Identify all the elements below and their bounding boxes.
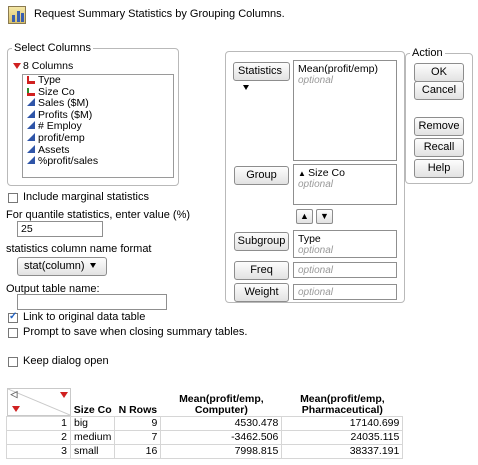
group-role-value: Size Co <box>308 167 345 179</box>
row-number: 1 <box>6 416 71 431</box>
cell-mean-pharma[interactable]: 24035.115 <box>281 430 404 445</box>
col-header-n-rows[interactable]: N Rows <box>115 388 161 417</box>
red-triangle-icon[interactable] <box>59 392 68 398</box>
name-format-select[interactable]: stat(column) <box>17 257 107 276</box>
subgroup-role-list[interactable]: Type optional <box>293 230 397 258</box>
statistics-role-list[interactable]: Mean(profit/emp) optional <box>293 60 397 161</box>
link-original-label: Link to original data table <box>23 311 146 323</box>
dialog-title: Request Summary Statistics by Grouping C… <box>34 8 285 20</box>
col-header-mean-pharma[interactable]: Mean(profit/emp, Pharmaceutical) <box>282 388 403 417</box>
cell-n-rows[interactable]: 9 <box>114 416 162 431</box>
cell-mean-pharma[interactable]: 17140.699 <box>281 416 404 431</box>
cell-mean-computer[interactable]: 7998.815 <box>160 444 283 459</box>
quantile-label: For quantile statistics, enter value (%) <box>6 209 191 221</box>
red-triangle-icon[interactable] <box>11 406 20 412</box>
table-row[interactable]: 1 big 9 4530.478 17140.699 <box>6 416 404 431</box>
cell-size-co[interactable]: big <box>69 416 116 431</box>
statistics-placeholder: optional <box>298 75 334 86</box>
sort-ascending-button[interactable]: ▲ <box>296 209 313 224</box>
freq-button[interactable]: Freq <box>234 261 289 280</box>
prompt-save-label: Prompt to save when closing summary tabl… <box>23 326 248 338</box>
help-button[interactable]: Help <box>414 159 464 178</box>
subgroup-placeholder: optional <box>298 245 334 256</box>
sort-ascending-icon: ▲ <box>298 169 309 178</box>
subgroup-button[interactable]: Subgroup <box>234 232 289 251</box>
summary-icon <box>8 6 26 24</box>
continuous-icon <box>27 144 35 153</box>
column-item-profit-sales[interactable]: %profit/sales <box>23 155 173 168</box>
cancel-button[interactable]: Cancel <box>414 81 464 100</box>
weight-placeholder: optional <box>298 287 334 298</box>
action-legend: Action <box>412 47 443 59</box>
cell-n-rows[interactable]: 7 <box>114 430 162 445</box>
table-corner[interactable]: ◁ <box>6 388 71 416</box>
continuous-icon <box>27 156 35 165</box>
name-format-value: stat(column) <box>24 260 85 272</box>
sort-descending-button[interactable]: ▼ <box>316 209 333 224</box>
group-role-list[interactable]: ▲ Size Co optional <box>293 164 397 205</box>
recall-button[interactable]: Recall <box>414 138 464 157</box>
weight-button[interactable]: Weight <box>234 283 289 302</box>
keep-open-label: Keep dialog open <box>23 355 109 367</box>
prompt-save-checkbox[interactable] <box>8 328 18 338</box>
ok-button[interactable]: OK <box>414 63 464 82</box>
quantile-input[interactable]: 25 <box>17 221 103 237</box>
summary-dialog: Request Summary Statistics by Grouping C… <box>0 0 478 375</box>
remove-button[interactable]: Remove <box>414 117 464 136</box>
cell-mean-pharma[interactable]: 38337.191 <box>281 444 404 459</box>
group-role-item[interactable]: ▲ Size Co <box>298 167 392 179</box>
include-marginal-label: Include marginal statistics <box>23 191 149 203</box>
keep-open-checkbox[interactable] <box>8 357 18 367</box>
cell-n-rows[interactable]: 16 <box>114 444 162 459</box>
continuous-icon <box>27 98 35 107</box>
statistics-button[interactable]: Statistics <box>233 62 290 90</box>
weight-role-list[interactable]: optional <box>293 284 397 300</box>
group-button[interactable]: Group <box>234 166 289 185</box>
cell-mean-computer[interactable]: -3462.506 <box>160 430 283 445</box>
chevron-down-icon <box>243 85 249 90</box>
select-columns-legend: Select Columns <box>14 42 92 54</box>
statistics-role-item[interactable]: Mean(profit/emp) <box>298 63 392 75</box>
include-marginal-checkbox[interactable] <box>8 193 18 203</box>
summary-table: ◁ Size Co N Rows Mean(profit/emp, Comput… <box>6 388 404 459</box>
link-original-checkbox[interactable] <box>8 311 18 323</box>
freq-placeholder: optional <box>298 265 334 276</box>
name-format-label: statistics column name format <box>6 243 152 255</box>
red-triangle-icon[interactable] <box>13 63 21 69</box>
subgroup-role-item[interactable]: Type <box>298 233 392 245</box>
col-header-size-co[interactable]: Size Co <box>71 388 115 417</box>
freq-role-list[interactable]: optional <box>293 262 397 278</box>
collapse-icon[interactable]: ◁ <box>11 389 18 400</box>
columns-count-toggle[interactable]: 8 Columns <box>13 60 73 72</box>
row-number: 3 <box>6 444 71 459</box>
row-number: 2 <box>6 430 71 445</box>
cell-size-co[interactable]: medium <box>69 430 116 445</box>
statistics-button-label: Statistics <box>238 65 283 77</box>
col-header-mean-computer[interactable]: Mean(profit/emp, Computer) <box>161 388 282 417</box>
continuous-icon <box>27 109 35 118</box>
table-row[interactable]: 2 medium 7 -3462.506 24035.115 <box>6 430 404 445</box>
column-list[interactable]: Type Size Co Sales ($M) Profits ($M) # E… <box>22 74 174 178</box>
chevron-down-icon <box>89 263 96 268</box>
output-table-input[interactable] <box>17 294 167 310</box>
continuous-icon <box>27 121 35 130</box>
cell-mean-computer[interactable]: 4530.478 <box>160 416 283 431</box>
nominal-icon <box>27 76 35 84</box>
columns-count-label: 8 Columns <box>23 60 74 72</box>
group-placeholder: optional <box>298 179 334 190</box>
table-row[interactable]: 3 small 16 7998.815 38337.191 <box>6 444 404 459</box>
cell-size-co[interactable]: small <box>69 444 116 459</box>
ordinal-icon <box>27 87 35 96</box>
continuous-icon <box>27 132 35 141</box>
